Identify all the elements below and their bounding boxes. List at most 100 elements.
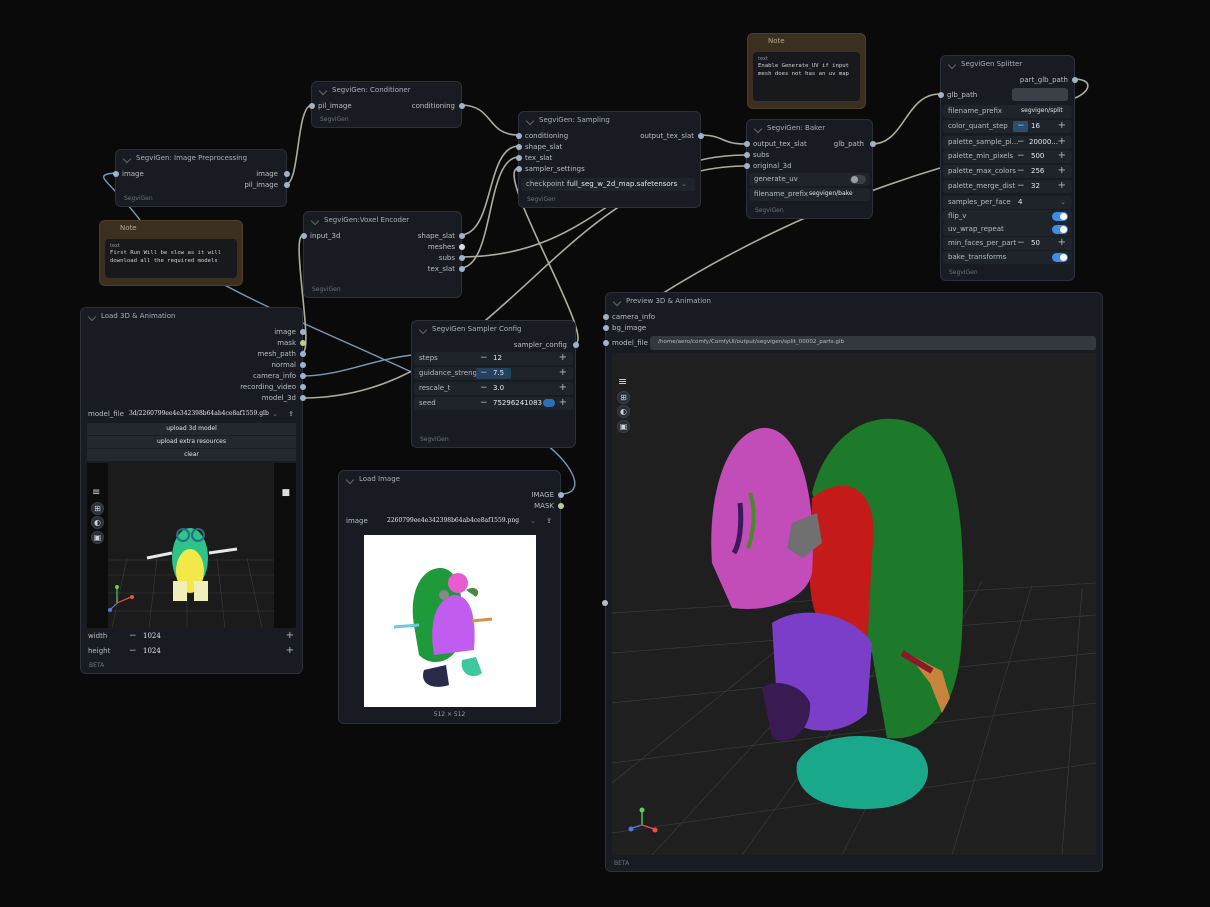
plus-icon[interactable]: + [1058,237,1066,248]
guidance-strength-stepper[interactable]: guidance_strength − 7.5 + [414,367,573,380]
menu-icon[interactable]: ≡ [618,375,627,388]
output-slot-image[interactable] [284,171,290,177]
image-select[interactable]: image 2260799ee4e342398b64ab4ce8af1559.p… [341,515,558,528]
input-slot-tex-slat[interactable] [516,155,522,161]
node-sampler-config[interactable]: SegviGen Sampler Config sampler_config s… [411,320,579,448]
upload-icon[interactable]: ⇪ [546,517,552,525]
seed-control-icon[interactable] [543,399,555,407]
samples-per-face-select[interactable]: samples_per_face 4 ⌄ [943,196,1072,209]
output-slot-mask[interactable] [300,340,306,346]
palette-merge-dist-stepper[interactable]: palette_merge_dist − 32 + [943,180,1072,193]
input-slot-bg-image[interactable] [603,325,609,331]
plus-icon[interactable]: + [559,352,567,363]
input-slot-original-3d[interactable] [744,163,750,169]
plus-icon[interactable]: + [1058,120,1066,131]
node-sampling[interactable]: SegviGen: Sampling conditioning shape_sl… [516,111,704,208]
output-slot-glb-path[interactable] [870,141,876,147]
node-load-image[interactable]: Load Image IMAGE MASK image 2260799ee4e3… [338,470,564,724]
bake-transforms-toggle-row[interactable]: bake_transforms [943,251,1072,264]
minus-icon[interactable]: − [480,368,488,378]
minus-icon[interactable]: − [480,383,488,393]
model-file-field[interactable]: /home/aero/comfy/ComfyUI/output/segvigen… [650,336,1096,350]
output-slot-subs[interactable] [459,255,465,261]
output-slot-mesh-path[interactable] [300,351,306,357]
input-slot-input-3d[interactable] [301,233,307,239]
uv-wrap-repeat-toggle-row[interactable]: uv_wrap_repeat [943,223,1072,236]
output-slot-model-3d[interactable] [300,395,306,401]
menu-icon[interactable]: ≡ [92,487,100,498]
load3d-viewport[interactable]: ≡ ⊞ ◐ ▣ ■ [87,463,296,628]
plus-icon[interactable]: + [286,630,294,641]
color-quant-step-stepper[interactable]: color_quant_step − 16 + [943,120,1072,133]
palette-icon[interactable]: ◐ [91,516,104,529]
model-file-select[interactable]: model_file 3d/2260799ee4e342398b64ab4ce8… [83,408,300,421]
node-conditioner[interactable]: SegviGen: Conditioner pil_image conditio… [309,81,465,128]
output-slot-output-tex-slat[interactable] [698,133,704,139]
generate-uv-toggle-row[interactable]: generate_uv [749,173,870,186]
image-icon[interactable]: ▣ [91,531,104,544]
uv-wrap-repeat-toggle[interactable] [1052,225,1068,234]
minus-icon[interactable]: − [1017,181,1025,191]
grid-icon[interactable]: ⊞ [617,391,630,404]
palette-icon[interactable]: ◐ [617,405,630,418]
palette-sample-pixels-stepper[interactable]: palette_sample_pi... − 20000... + [943,136,1072,149]
minus-icon[interactable]: − [129,631,137,641]
input-slot-image[interactable] [113,171,119,177]
image-icon[interactable]: ▣ [617,420,630,433]
output-slot-sampler-config[interactable] [573,342,579,348]
minus-icon[interactable]: − [129,646,137,656]
plus-icon[interactable]: + [559,367,567,378]
minus-icon[interactable]: − [480,398,488,408]
minus-icon[interactable]: − [1017,238,1025,248]
output-slot-image[interactable] [558,492,564,498]
checkpoint-select[interactable]: checkpoint full_seg_w_2d_map.safetensors… [521,178,695,191]
input-slot-model-file[interactable] [603,340,609,346]
flip-v-toggle-row[interactable]: flip_v [943,210,1072,223]
plus-icon[interactable]: + [1058,136,1066,147]
node-load-3d[interactable]: Load 3D & Animation image mask mesh_path… [80,307,306,674]
output-slot-recording-video[interactable] [300,384,306,390]
palette-max-colors-stepper[interactable]: palette_max_colors − 256 + [943,165,1072,178]
note-generate-uv[interactable]: Note text Enable Generate_UV if input me… [747,33,866,109]
node-image-preprocessing[interactable]: SegviGen: Image Preprocessing image imag… [113,149,290,207]
palette-min-pixels-stepper[interactable]: palette_min_pixels − 500 + [943,150,1072,163]
output-slot-shape-slat[interactable] [459,233,465,239]
baker-filename-prefix-field[interactable]: filename_prefix segvigen/bake [749,188,870,201]
height-stepper[interactable]: height − 1024 + [83,645,300,658]
plus-icon[interactable]: + [1058,165,1066,176]
input-slot-subs[interactable] [744,152,750,158]
splitter-filename-prefix-field[interactable]: filename_prefix segvigen/split [943,105,1072,118]
minus-icon[interactable]: − [1017,137,1025,147]
output-slot-camera-info[interactable] [300,373,306,379]
output-slot-tex-slat[interactable] [459,266,465,272]
node-voxel-encoder[interactable]: SegviGen:Voxel Encoder input_3d shape_sl… [301,211,465,298]
output-slot-meshes[interactable] [459,244,465,250]
generate-uv-toggle[interactable] [850,175,866,184]
minus-icon[interactable]: − [1017,151,1025,161]
min-faces-per-part-stepper[interactable]: min_faces_per_part − 50 + [943,237,1072,250]
input-slot-conditioning[interactable] [516,133,522,139]
plus-icon[interactable]: + [559,382,567,393]
output-slot-pil-image[interactable] [284,182,290,188]
plus-icon[interactable]: + [1058,150,1066,161]
node-splitter[interactable]: SegviGen Splitter part_glb_path glb_path… [938,55,1078,281]
input-slot-sampler-settings[interactable] [516,166,522,172]
note-first-run[interactable]: Note text First Run Will be slow as it w… [99,220,243,286]
input-slot-glb-path[interactable] [938,92,944,98]
minus-icon[interactable]: − [480,353,488,363]
reroute-point[interactable] [602,600,608,606]
minus-icon[interactable]: − [1017,121,1025,131]
minus-icon[interactable]: − [1017,166,1025,176]
width-stepper[interactable]: width − 1024 + [83,630,300,643]
output-slot-normal[interactable] [300,362,306,368]
preview-viewport[interactable]: ≡ ⊞ ◐ ▣ [612,353,1096,855]
rescale-t-stepper[interactable]: rescale_t − 3.0 + [414,382,573,395]
flip-v-toggle[interactable] [1052,212,1068,221]
input-slot-camera-info[interactable] [603,314,609,320]
node-preview-3d[interactable]: Preview 3D & Animation camera_info bg_im… [603,292,1103,872]
steps-stepper[interactable]: steps − 12 + [414,352,573,365]
input-slot-pil-image[interactable] [309,103,315,109]
upload-icon[interactable]: ⇪ [288,410,294,418]
plus-icon[interactable]: + [286,645,294,656]
node-baker[interactable]: SegviGen: Baker output_tex_slat subs ori… [744,119,876,219]
